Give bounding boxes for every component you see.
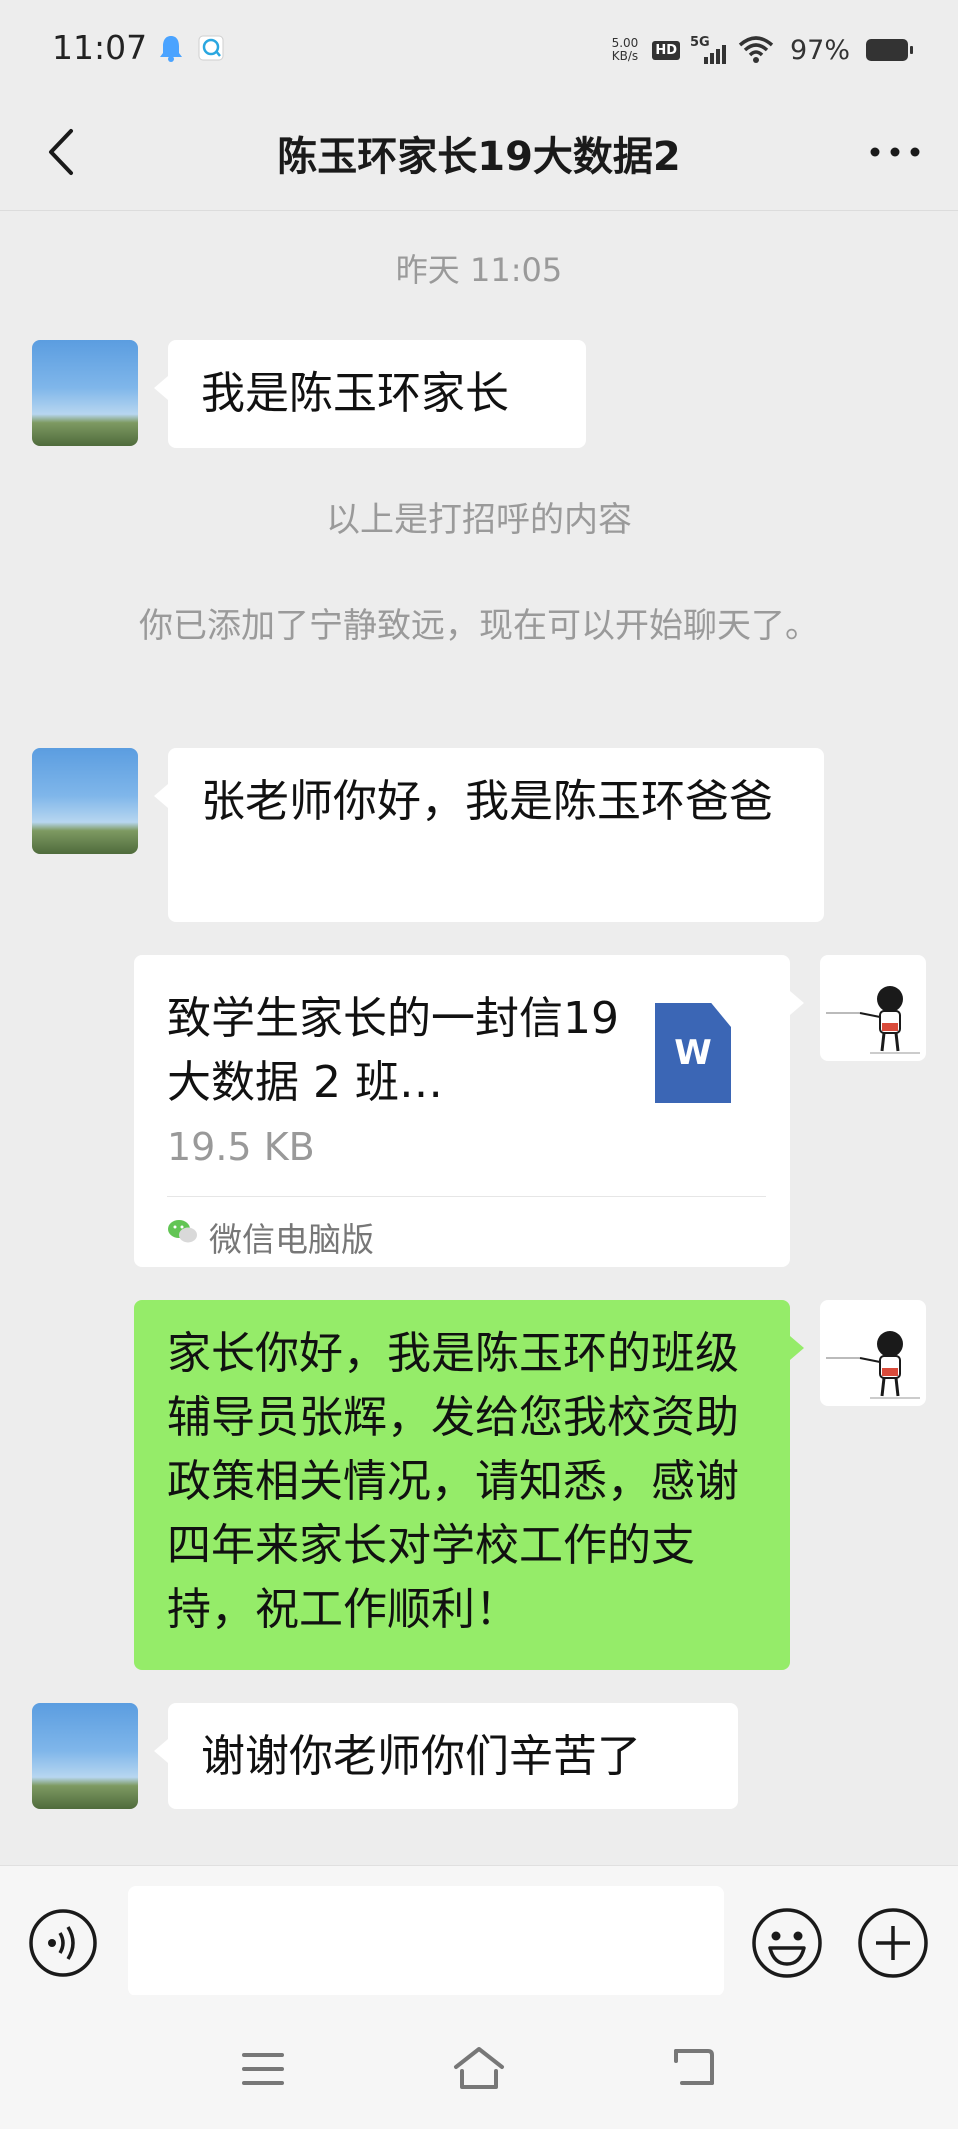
voice-input-button[interactable] — [28, 1908, 98, 1978]
hd-badge: HD — [652, 40, 680, 60]
greeting-note: 以上是打招呼的内容 — [326, 500, 632, 540]
message-input[interactable] — [128, 1886, 724, 1996]
network-speed-unit: KB/s — [611, 49, 639, 63]
word-document-letter: W — [674, 1033, 712, 1073]
time-divider: 昨天 11:05 — [395, 251, 563, 289]
wechat-logo-icon — [168, 1220, 197, 1243]
bell-notification-icon — [160, 36, 182, 62]
status-bar: 11:07 5.00 KB/s HD 5G 97% — [0, 0, 958, 100]
more-functions-plus-button[interactable] — [856, 1906, 930, 1980]
more-dots-icon — [870, 147, 920, 157]
message-text: 家长你好，我是陈玉环的班级辅导员张辉，发给您我校资助政策相关情况，请知悉，感谢四… — [167, 1328, 739, 1635]
self-avatar[interactable] — [820, 1300, 926, 1406]
cellular-signal-icon: 5G — [690, 35, 728, 65]
word-document-icon: W — [655, 1003, 731, 1103]
battery-icon — [866, 39, 913, 61]
menu-icon[interactable] — [240, 2049, 286, 2089]
home-icon[interactable] — [452, 2045, 506, 2091]
contact-avatar[interactable] — [32, 1703, 138, 1809]
contact-added-note: 你已添加了宁静致远，现在可以开始聊天了。 — [139, 606, 819, 646]
message-text: 谢谢你老师你们辛苦了 — [201, 1731, 641, 1782]
more-options-button[interactable] — [860, 122, 930, 182]
chat-title: 陈玉环家长19大数据2 — [277, 134, 681, 180]
file-message-card[interactable]: 致学生家长的一封信19 大数据 2 班… 19.5 KB W 微信电脑版 — [134, 955, 804, 1267]
message-bubble-incoming[interactable]: 我是陈玉环家长 — [154, 340, 586, 448]
battery-percent: 97% — [789, 34, 850, 66]
message-bubble-incoming[interactable]: 谢谢你老师你们辛苦了 — [154, 1703, 738, 1809]
chat-notification-icon — [198, 35, 224, 61]
system-navigation-bar — [0, 1995, 958, 2129]
message-bubble-outgoing[interactable]: 家长你好，我是陈玉环的班级辅导员张辉，发给您我校资助政策相关情况，请知悉，感谢四… — [134, 1300, 804, 1670]
chat-input-bar — [0, 1865, 958, 1996]
emoji-button[interactable] — [750, 1906, 824, 1980]
file-size: 19.5 KB — [167, 1125, 315, 1169]
file-source-label: 微信电脑版 — [209, 1220, 374, 1259]
chat-header: 陈玉环家长19大数据2 — [0, 100, 958, 211]
back-return-icon[interactable] — [668, 2045, 716, 2089]
file-name: 致学生家长的一封信19 大数据 2 班… — [167, 993, 619, 1108]
message-text: 我是陈玉环家长 — [201, 368, 509, 419]
contact-avatar[interactable] — [32, 340, 138, 446]
status-time: 11:07 — [52, 28, 148, 67]
message-text: 张老师你好，我是陈玉环爸爸 — [201, 776, 773, 827]
file-card-divider — [167, 1196, 766, 1197]
message-bubble-incoming[interactable]: 张老师你好，我是陈玉环爸爸 — [154, 748, 824, 922]
status-indicators: 5.00 KB/s HD 5G 97% — [612, 30, 913, 70]
network-speed: 5.00 KB/s — [612, 37, 639, 63]
self-avatar[interactable] — [820, 955, 926, 1061]
wifi-icon — [738, 36, 774, 63]
contact-avatar[interactable] — [32, 748, 138, 854]
